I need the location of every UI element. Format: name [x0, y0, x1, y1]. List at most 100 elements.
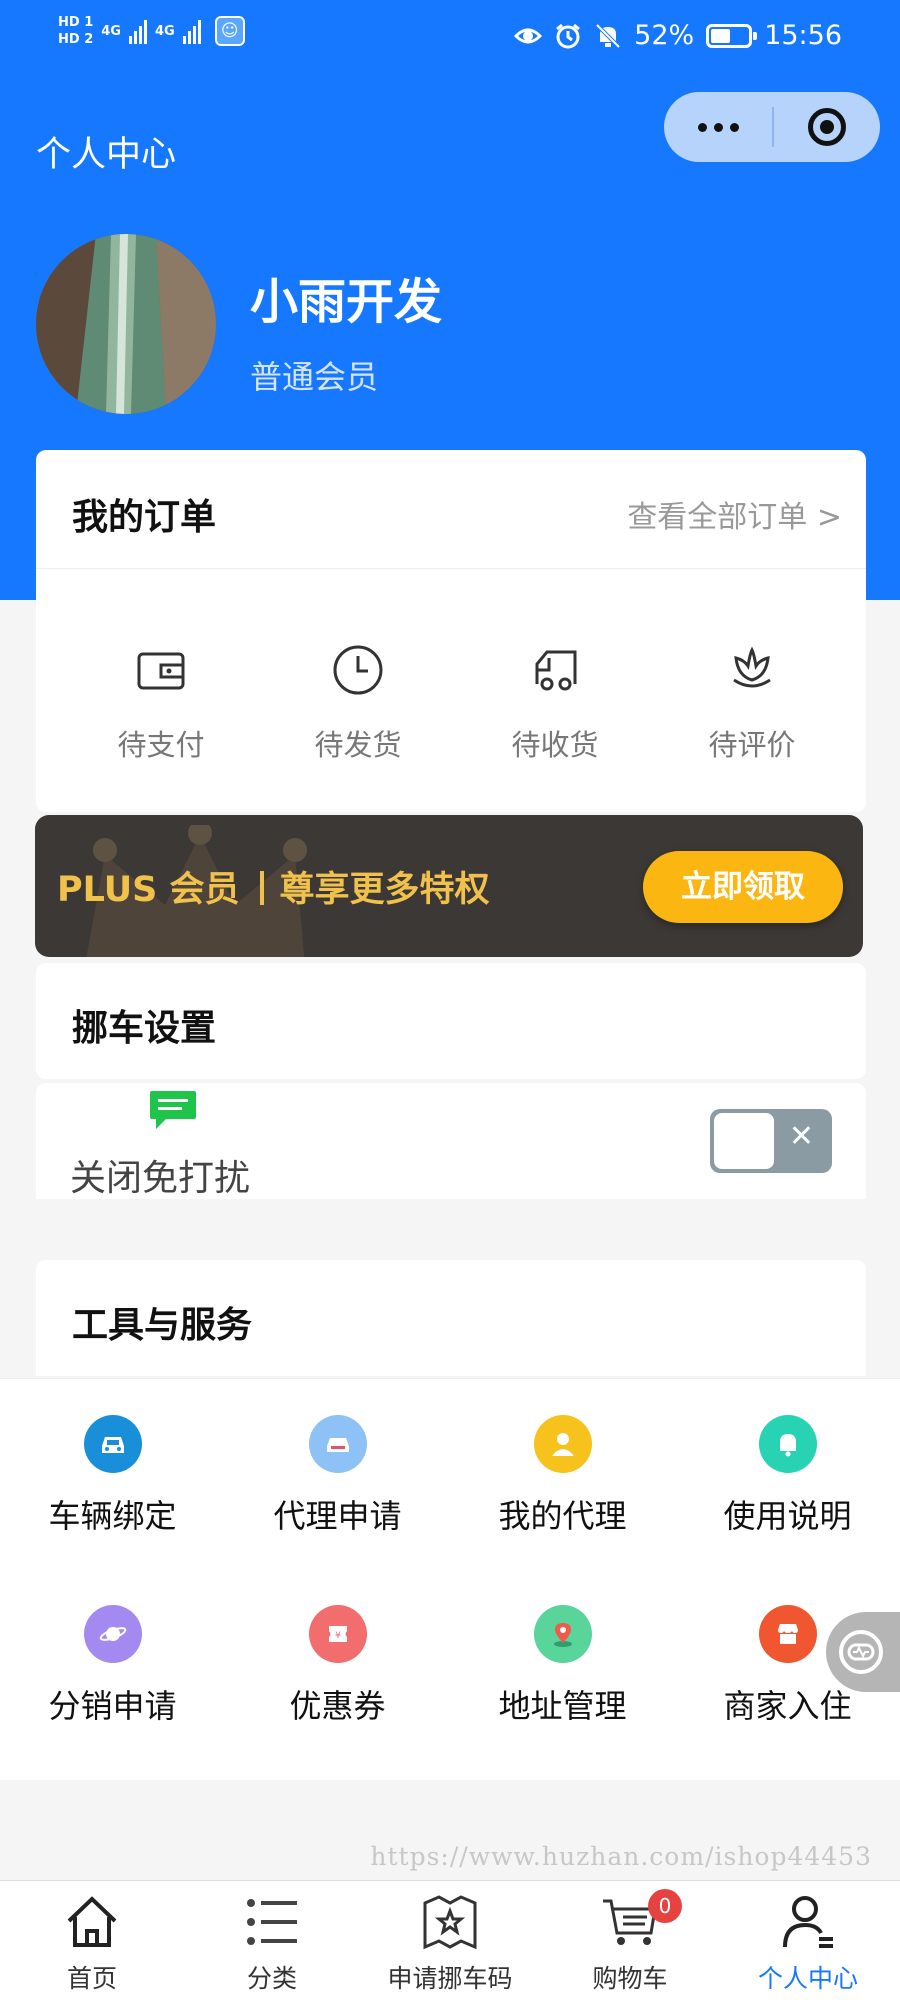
svg-text:¥: ¥ [335, 1631, 341, 1641]
tool-label: 使用说明 [723, 1497, 852, 1535]
mini-program-capsule [664, 92, 880, 162]
plus-slogan: 尊享更多特权 [279, 870, 490, 910]
waterfall-image [36, 234, 216, 414]
status-right: 52% 15:56 [514, 20, 842, 51]
order-label: 待支付 [117, 728, 205, 762]
toggle-off-icon: ✕ [788, 1119, 814, 1154]
network-2-label: 4G [154, 23, 175, 39]
tab-category[interactable]: 分类 [182, 1891, 362, 1995]
toggle-knob [714, 1113, 774, 1169]
order-label: 待收货 [511, 728, 599, 762]
tool-label: 地址管理 [498, 1687, 627, 1725]
tool-agent-application[interactable]: 代理申请 [225, 1415, 450, 1537]
chat-bubble-icon [150, 1091, 196, 1129]
tool-label: 我的代理 [498, 1497, 627, 1535]
do-not-disturb-toggle[interactable]: ✕ [710, 1109, 832, 1173]
list-icon [247, 1899, 297, 1945]
more-button[interactable] [664, 122, 772, 132]
view-all-orders-link[interactable]: 查看全部订单 > [627, 492, 842, 536]
alarm-icon [556, 23, 581, 48]
tool-label: 分销申请 [48, 1687, 177, 1725]
tool-distribution-application[interactable]: 分销申请 [0, 1605, 225, 1727]
divider [36, 568, 866, 569]
agent-person-icon [533, 1415, 592, 1473]
order-label: 待发货 [314, 728, 402, 762]
tools-grid: 车辆绑定 代理申请 我的代理 使用说明 分销申请 ¥ 优惠券 地址管理 商家入住 [0, 1378, 900, 1780]
tab-label: 申请挪车码 [387, 1964, 513, 1993]
battery-icon [706, 23, 758, 48]
tools-title: 工具与服务 [72, 1305, 253, 1346]
do-not-disturb-row: 关闭免打扰 ✕ [36, 1083, 866, 1199]
robot-icon [839, 1630, 883, 1674]
status-left: HD 1 HD 2 4G 4G ☺ [58, 14, 245, 48]
flower-icon [733, 646, 771, 688]
location-icon [533, 1605, 592, 1663]
customer-service-button[interactable] [826, 1612, 900, 1692]
shop-icon [758, 1605, 817, 1663]
truck-icon [535, 650, 577, 691]
tab-label: 分类 [246, 1964, 297, 1993]
close-button[interactable] [774, 108, 880, 146]
eye-icon [514, 28, 543, 43]
battery-percent: 52% [634, 20, 695, 51]
agent-car-icon [308, 1415, 367, 1473]
tab-label: 首页 [66, 1964, 117, 1993]
signal-2-icon [182, 18, 201, 44]
move-car-title: 挪车设置 [72, 1008, 217, 1049]
bell-icon [758, 1415, 817, 1473]
tab-apply-move-car-code[interactable]: 申请挪车码 [360, 1891, 540, 1995]
plus-brand: PLUS 会员 [57, 870, 240, 910]
order-pending-review[interactable]: 待评价 [647, 640, 857, 764]
bottom-tab-bar: 首页 分类 申请挪车码 0 购物车 个人中心 [0, 1880, 900, 2000]
move-car-settings-card: 挪车设置 [36, 963, 866, 1079]
planet-icon [83, 1605, 142, 1663]
username: 小雨开发 [250, 274, 443, 330]
order-pending-payment[interactable]: 待支付 [56, 640, 266, 764]
order-label: 待评价 [708, 728, 796, 762]
tab-profile[interactable]: 个人中心 [718, 1891, 898, 1995]
car-icon [83, 1415, 142, 1473]
app-notification-icon: ☺ [214, 16, 245, 46]
home-icon [67, 1896, 117, 1947]
hd-indicator: HD 1 HD 2 [58, 15, 94, 47]
plus-membership-banner[interactable]: PLUS 会员 尊享更多特权 立即领取 [35, 815, 863, 957]
cart-count-badge: 0 [648, 1889, 682, 1923]
signal-1-icon [128, 18, 147, 44]
map-star-icon [423, 1895, 477, 1950]
watermark: https://www.huzhan.com/ishop44453 [370, 1842, 872, 1871]
tool-label: 代理申请 [273, 1497, 402, 1535]
avatar[interactable] [36, 234, 216, 414]
orders-title: 我的订单 [72, 497, 217, 538]
wallet-icon [137, 652, 185, 690]
tool-vehicle-binding[interactable]: 车辆绑定 [0, 1415, 225, 1537]
order-pending-receipt[interactable]: 待收货 [450, 640, 660, 764]
tool-instructions[interactable]: 使用说明 [675, 1415, 900, 1537]
tool-coupons[interactable]: ¥ 优惠券 [225, 1605, 450, 1727]
coupon-icon: ¥ [308, 1605, 367, 1663]
tab-cart[interactable]: 0 购物车 [540, 1889, 720, 1995]
tool-label: 车辆绑定 [48, 1497, 177, 1535]
tab-home[interactable]: 首页 [2, 1891, 182, 1995]
clock-time: 15:56 [764, 20, 842, 51]
do-not-disturb-label: 关闭免打扰 [70, 1158, 251, 1199]
plus-text: PLUS 会员 尊享更多特权 [57, 861, 490, 912]
network-1-label: 4G [101, 23, 121, 39]
status-bar: HD 1 HD 2 4G 4G ☺ 52% 15:56 [0, 0, 900, 80]
tab-label: 个人中心 [757, 1964, 858, 1993]
tool-label: 优惠券 [289, 1687, 386, 1725]
member-level: 普通会员 [250, 358, 379, 396]
tab-label: 购物车 [592, 1964, 668, 1993]
clock-icon [333, 645, 383, 695]
order-pending-shipment[interactable]: 待发货 [253, 640, 463, 764]
claim-now-button[interactable]: 立即领取 [643, 851, 843, 923]
tool-my-agent[interactable]: 我的代理 [450, 1415, 675, 1537]
battery-fill [711, 28, 731, 43]
plus-separator [259, 871, 264, 905]
tool-address-management[interactable]: 地址管理 [450, 1605, 675, 1727]
user-icon [783, 1896, 833, 1948]
close-ring-icon [808, 108, 846, 146]
orders-card: 我的订单 查看全部订单 > 待支付 待发货 待收货 待评价 [36, 450, 866, 812]
tools-card: 工具与服务 [36, 1260, 866, 1376]
mute-bell-icon [595, 23, 621, 48]
page-title: 个人中心 [36, 135, 177, 175]
